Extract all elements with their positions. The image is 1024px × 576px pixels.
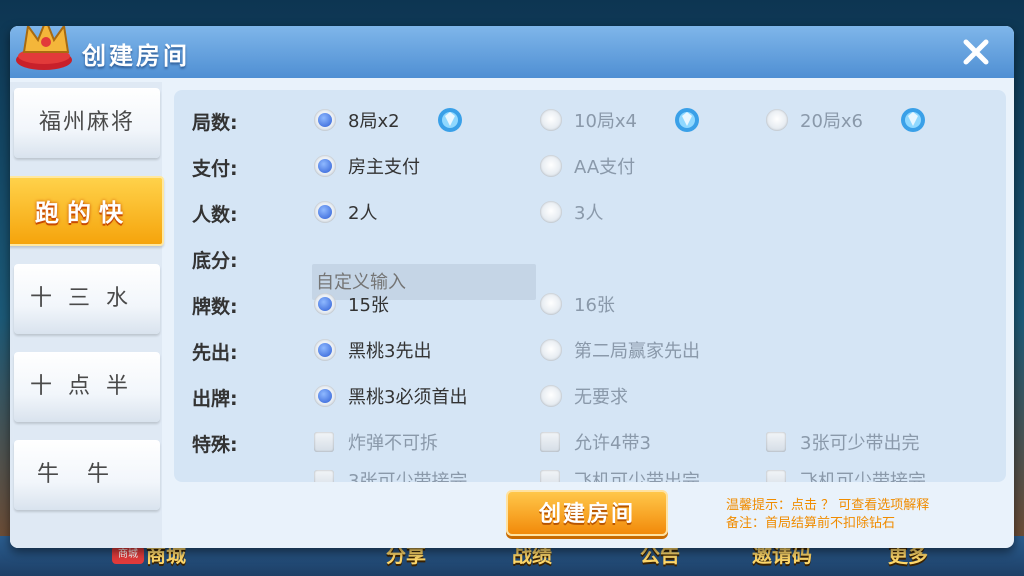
radio-selected[interactable] [314,339,336,361]
radio-unselected[interactable] [540,155,562,177]
first-play-winner-option[interactable]: 第二局赢家先出 [540,336,700,364]
checkbox[interactable] [314,470,334,482]
diamond-icon [675,108,700,132]
play-rule-none-option[interactable]: 无要求 [540,382,628,410]
tab-shisanshui[interactable]: 十三水 [14,264,160,334]
rounds-label: 局数: [192,112,238,134]
payment-label: 支付: [192,158,238,180]
checkbox[interactable] [766,470,786,482]
radio-selected[interactable] [314,293,336,315]
tab-shidianban[interactable]: 十点半 [14,352,160,422]
hint-text: 温馨提示：点击 ？ 可查看选项解释 [726,498,930,513]
radio-unselected[interactable] [540,293,562,315]
radio-unselected[interactable] [766,109,788,131]
play-rule-row: 出牌: 黑桃3必须首出 无要求 [174,378,1006,414]
first-play-spade3-option[interactable]: 黑桃3先出 [314,336,431,364]
players-3-option[interactable]: 3人 [540,198,603,226]
special-row: 特殊: 炸弹不可拆 允许4带3 3张可少带出完 [174,424,1006,460]
players-2-option[interactable]: 2人 [314,198,377,226]
diamond-icon [901,108,926,132]
base-score-label: 底分: [192,250,238,272]
close-icon[interactable] [960,36,992,68]
first-play-label: 先出: [192,342,238,364]
cards-15-option[interactable]: 15张 [314,290,389,318]
options-panel: 局数: 8局x2 10局x4 20局x6 支付: 房主支付 AA支付 人数: 2… [174,90,1006,482]
special-plane-receive-option[interactable]: 飞机可少带接完 [766,466,926,482]
checkbox[interactable] [540,470,560,482]
special-label: 特殊: [192,434,238,456]
dialog-titlebar: 创建房间 [10,26,1014,78]
checkbox[interactable] [314,432,334,452]
create-room-button[interactable]: 创建房间 [506,490,668,536]
dialog-title: 创建房间 [82,42,190,70]
special-row-2: 3张可少带接完 飞机可少带出完 飞机可少带接完 [174,462,1006,482]
tab-niuniu[interactable]: 牛牛 [14,440,160,510]
checkbox[interactable] [540,432,560,452]
special-3cards-receive-option[interactable]: 3张可少带接完 [314,466,467,482]
game-tabs: 福州麻将 跑的快 十三水 十点半 牛牛 [10,82,164,548]
cards-label: 牌数: [192,296,238,318]
rounds-row: 局数: 8局x2 10局x4 20局x6 [174,102,1006,138]
payment-aa-option[interactable]: AA支付 [540,152,635,180]
special-bomb-option[interactable]: 炸弹不可拆 [314,428,438,456]
radio-unselected[interactable] [540,201,562,223]
crown-icon [16,26,72,70]
play-rule-spade3-option[interactable]: 黑桃3必须首出 [314,382,467,410]
players-row: 人数: 2人 3人 [174,194,1006,230]
checkbox[interactable] [766,432,786,452]
cards-16-option[interactable]: 16张 [540,290,615,318]
players-label: 人数: [192,204,238,226]
radio-selected[interactable] [314,385,336,407]
shop-badge: 商城 [112,546,144,564]
special-4with3-option[interactable]: 允许4带3 [540,428,651,456]
rounds-option-1[interactable]: 8局x2 [314,106,464,134]
cards-row: 牌数: 15张 16张 [174,286,1006,322]
payment-row: 支付: 房主支付 AA支付 [174,148,1006,184]
radio-unselected[interactable] [540,109,562,131]
tab-fuzhou-mahjong[interactable]: 福州麻将 [14,88,160,158]
radio-selected[interactable] [314,109,336,131]
base-score-row: 底分: [174,240,1006,276]
radio-unselected[interactable] [540,385,562,407]
rounds-option-2[interactable]: 10局x4 [540,106,701,134]
note-text: 备注：首局结算前不扣除钻石 [726,516,896,531]
radio-selected[interactable] [314,201,336,223]
first-play-row: 先出: 黑桃3先出 第二局赢家先出 [174,332,1006,368]
special-plane-out-option[interactable]: 飞机可少带出完 [540,466,700,482]
rounds-option-3[interactable]: 20局x6 [766,106,927,134]
payment-owner-option[interactable]: 房主支付 [314,152,420,180]
radio-selected[interactable] [314,155,336,177]
play-rule-label: 出牌: [192,388,238,410]
radio-unselected[interactable] [540,339,562,361]
diamond-icon [437,108,462,132]
special-3cards-option[interactable]: 3张可少带出完 [766,428,919,456]
tab-paodekuai[interactable]: 跑的快 [10,176,164,246]
create-room-dialog: 创建房间 福州麻将 跑的快 十三水 十点半 牛牛 局数: 8局x2 10局x4 [10,26,1014,548]
